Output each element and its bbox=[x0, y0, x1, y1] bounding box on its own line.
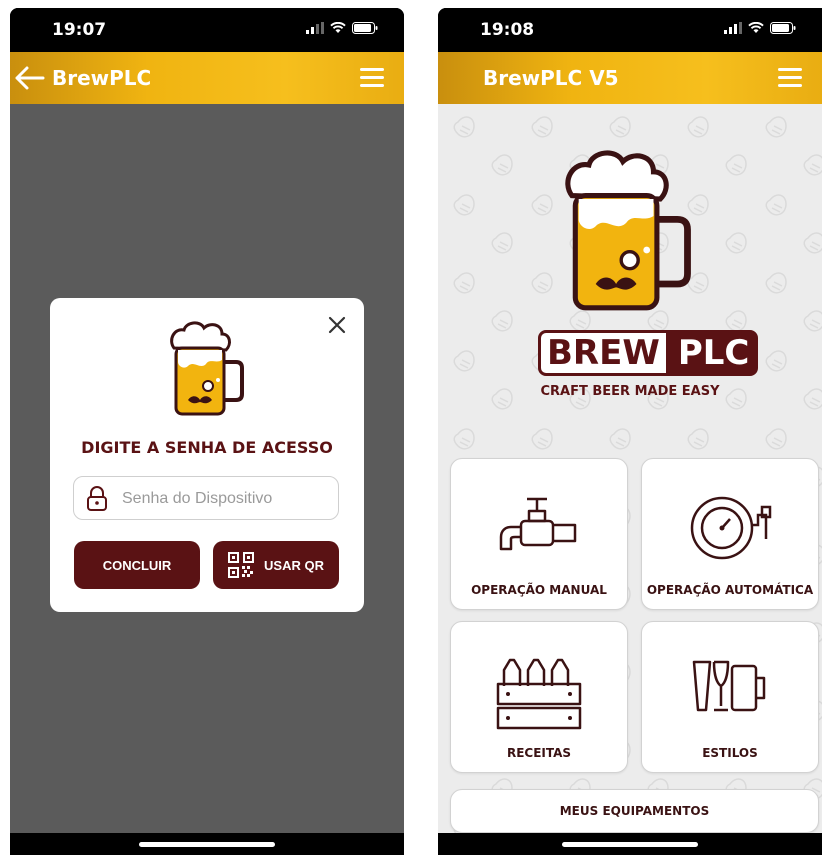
hamburger-icon[interactable] bbox=[360, 68, 384, 88]
qr-code-icon bbox=[228, 552, 255, 578]
battery-icon bbox=[352, 22, 378, 34]
system-icons bbox=[306, 22, 378, 34]
app-title: BrewPLC V5 bbox=[483, 66, 619, 90]
home-content: BREW PLC CRAFT BEER MADE EASY OPERAÇÃO M… bbox=[438, 104, 822, 833]
beer-mug-logo-icon bbox=[565, 150, 691, 311]
brand-word-plc: PLC bbox=[668, 330, 759, 376]
dimmed-background: DIGITE A SENHA DE ACESSO CONCLUIR USAR Q… bbox=[10, 104, 404, 833]
status-time: 19:08 bbox=[480, 20, 535, 40]
styles-label: ESTILOS bbox=[702, 746, 758, 760]
status-bar: 19:08 bbox=[438, 8, 822, 52]
beer-crate-icon bbox=[496, 658, 582, 730]
phone-screen-home: 19:08 BrewPLC V5 BREW PLC CRAFT BEER MAD… bbox=[438, 8, 822, 855]
styles-tile[interactable]: ESTILOS bbox=[641, 621, 819, 773]
my-equipment-label: MEUS EQUIPAMENTOS bbox=[559, 804, 710, 818]
password-field bbox=[73, 476, 339, 520]
recipes-label: RECEITAS bbox=[506, 746, 572, 760]
brand-tagline: CRAFT BEER MADE EASY bbox=[540, 384, 720, 399]
password-dialog: DIGITE A SENHA DE ACESSO CONCLUIR USAR Q… bbox=[50, 298, 364, 612]
signal-icon bbox=[306, 22, 324, 34]
faucet-icon bbox=[499, 497, 577, 551]
brand-wordmark: BREW PLC bbox=[538, 330, 759, 376]
app-bar: BrewPLC V5 bbox=[438, 52, 822, 104]
brand-word-brew: BREW bbox=[538, 330, 669, 376]
system-icons bbox=[724, 22, 796, 34]
arrow-left-icon bbox=[15, 66, 45, 90]
confirm-button[interactable]: CONCLUIR bbox=[74, 541, 200, 589]
manual-operation-label: OPERAÇÃO MANUAL bbox=[471, 583, 607, 597]
use-qr-button-label: USAR QR bbox=[264, 557, 324, 573]
hamburger-icon[interactable] bbox=[778, 68, 802, 88]
wifi-icon bbox=[330, 22, 346, 33]
automatic-operation-tile[interactable]: OPERAÇÃO AUTOMÁTICA bbox=[641, 458, 819, 610]
battery-icon bbox=[770, 22, 796, 34]
app-title: BrewPLC bbox=[52, 66, 152, 90]
close-icon[interactable] bbox=[326, 314, 348, 336]
phone-screen-login: 19:07 BrewPLC DIGITE A SENHA DE ACESSO C… bbox=[10, 8, 404, 855]
use-qr-button[interactable]: USAR QR bbox=[213, 541, 339, 589]
back-button[interactable] bbox=[12, 64, 46, 97]
my-equipment-button[interactable]: MEUS EQUIPAMENTOS bbox=[450, 789, 819, 833]
automatic-operation-label: OPERAÇÃO AUTOMÁTICA bbox=[646, 583, 814, 597]
home-indicator[interactable] bbox=[562, 842, 698, 847]
beer-mug-logo-icon bbox=[170, 321, 244, 416]
app-bar: BrewPLC bbox=[10, 52, 404, 104]
lock-icon bbox=[87, 486, 107, 511]
recipes-tile[interactable]: RECEITAS bbox=[450, 621, 628, 773]
beer-glasses-icon bbox=[692, 660, 766, 712]
status-bar: 19:07 bbox=[10, 8, 404, 52]
home-indicator[interactable] bbox=[139, 842, 275, 847]
status-time: 19:07 bbox=[52, 20, 107, 40]
manual-operation-tile[interactable]: OPERAÇÃO MANUAL bbox=[450, 458, 628, 610]
keg-gauge-icon bbox=[690, 496, 772, 560]
signal-icon bbox=[724, 22, 742, 34]
confirm-button-label: CONCLUIR bbox=[102, 557, 172, 573]
password-input[interactable] bbox=[120, 485, 334, 513]
dialog-prompt: DIGITE A SENHA DE ACESSO bbox=[81, 438, 333, 457]
wifi-icon bbox=[748, 22, 764, 33]
